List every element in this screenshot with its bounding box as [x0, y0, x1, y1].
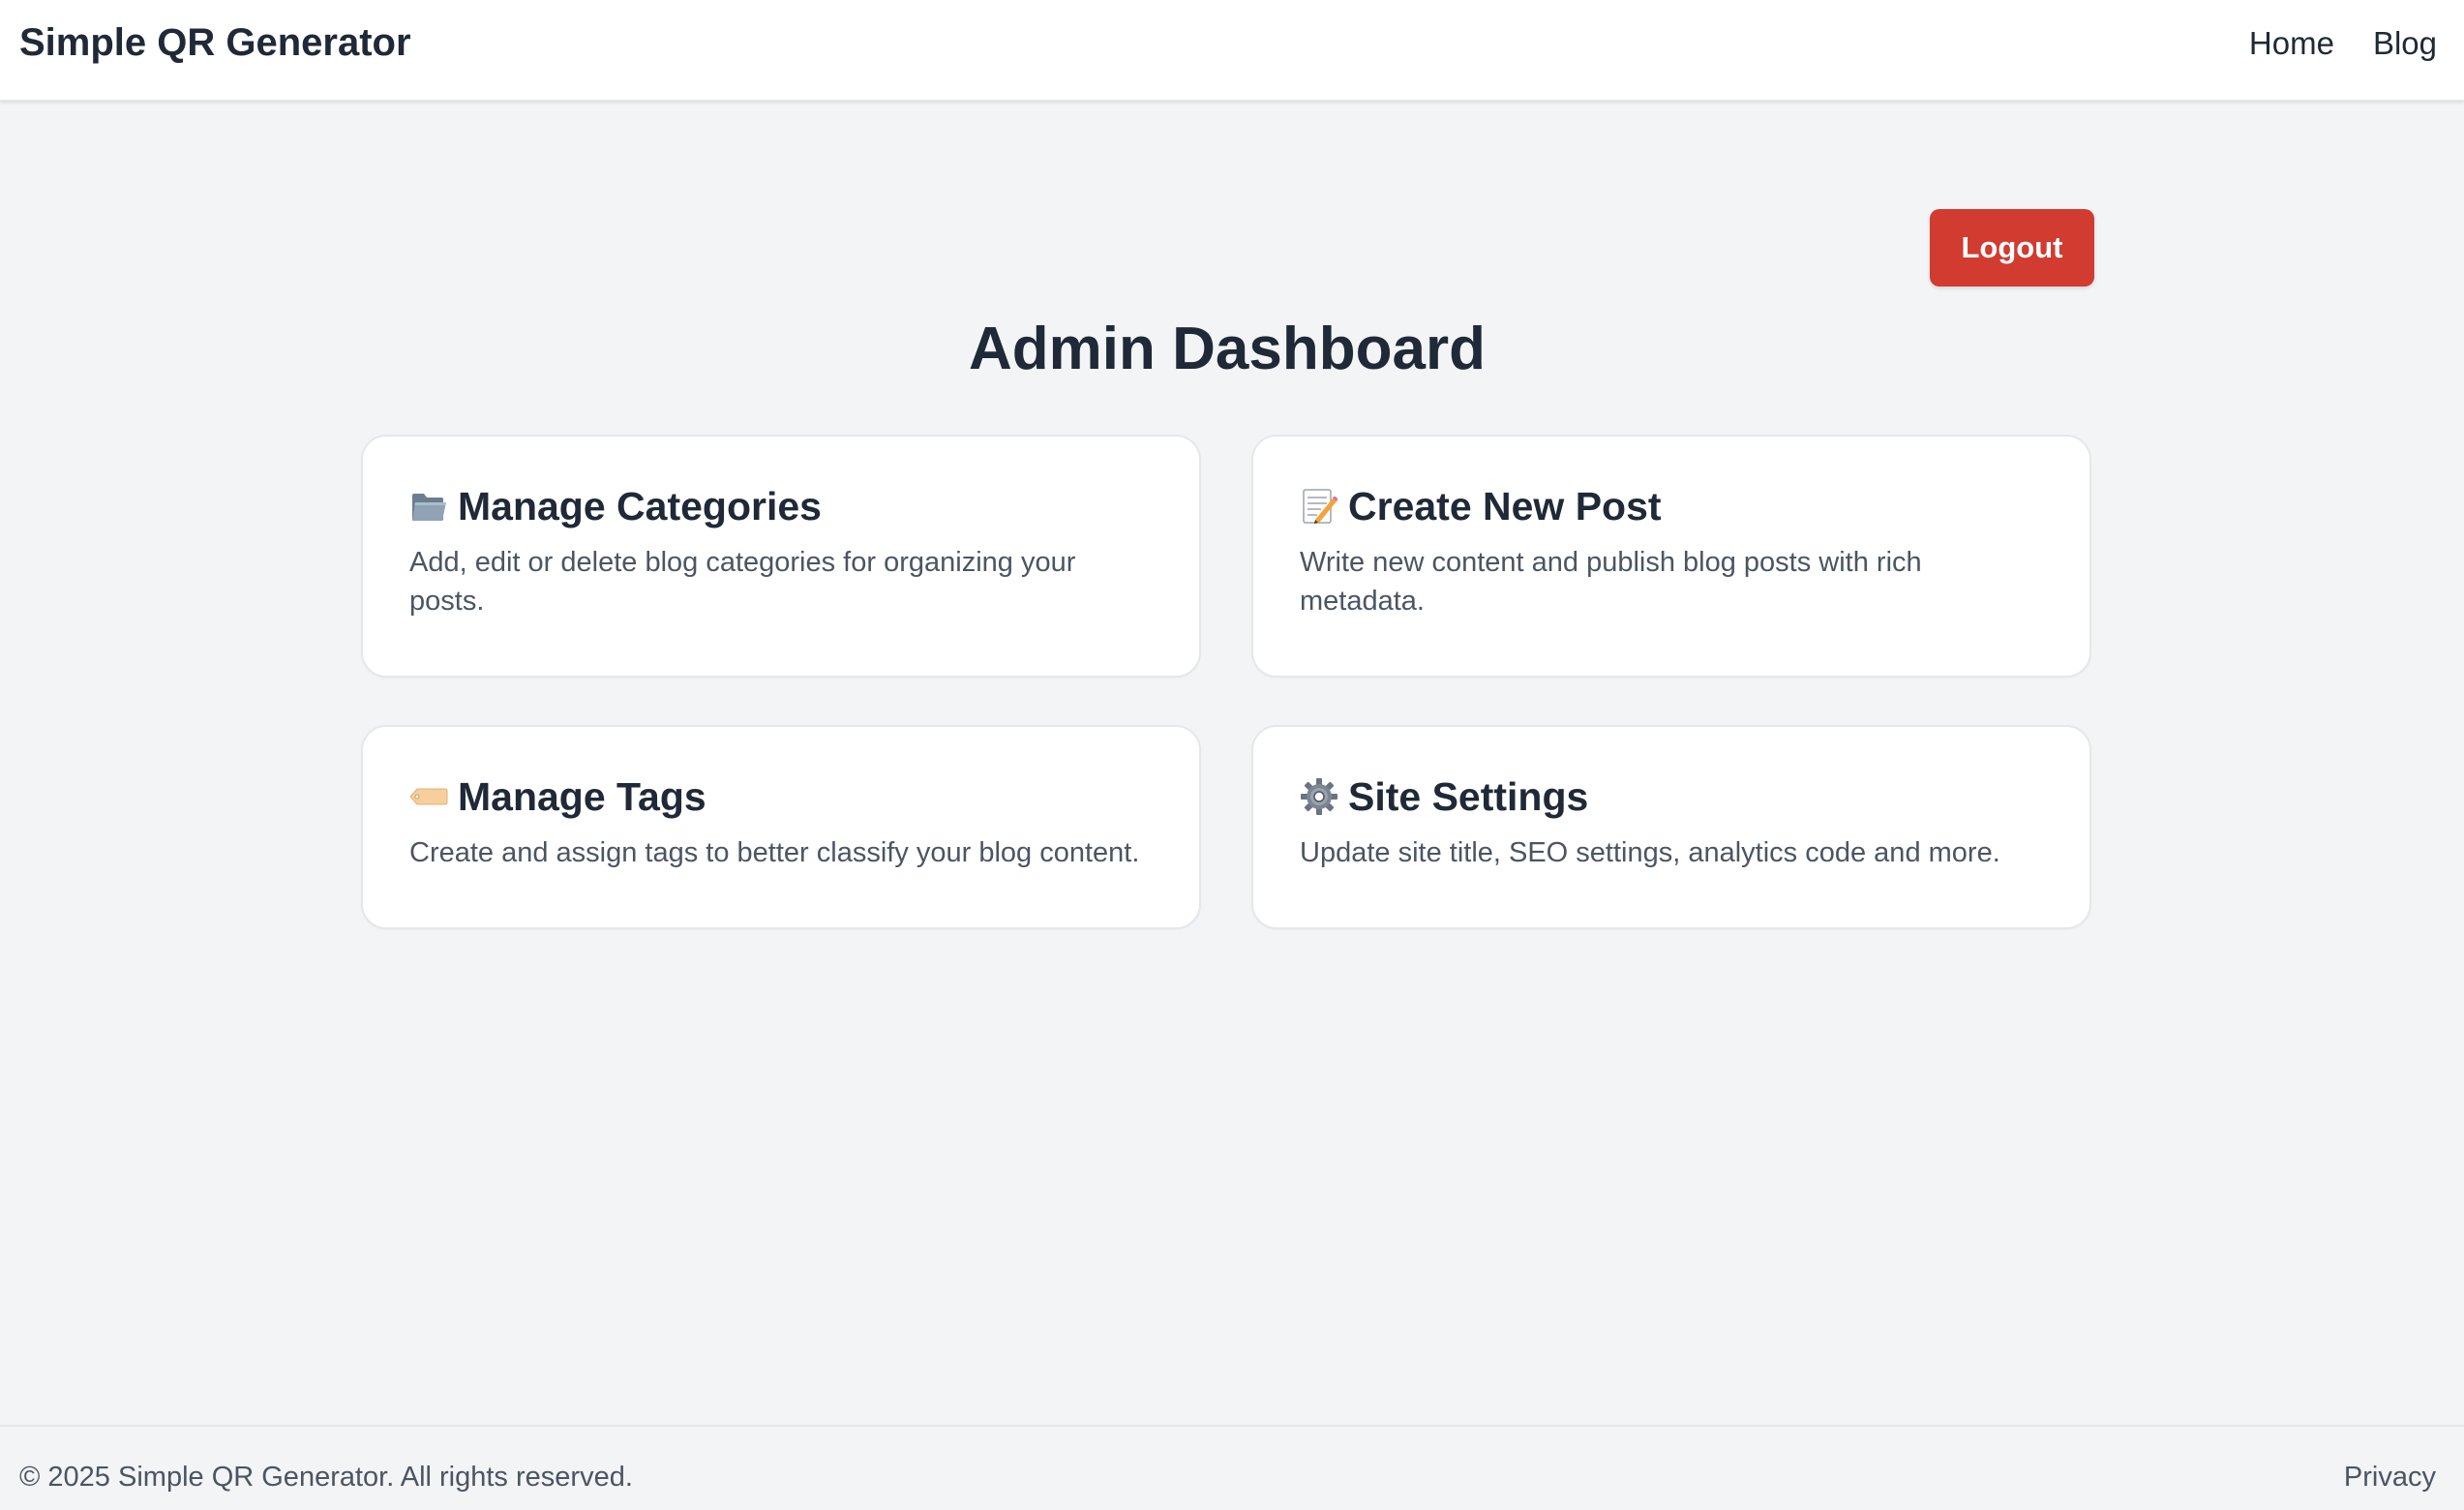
card-description: Update site title, SEO settings, analyti… [1300, 837, 2000, 868]
card-title-row: Manage Categories [409, 483, 1153, 529]
card-site-settings[interactable]: Site Settings Update site title, SEO set… [1251, 725, 2091, 929]
card-manage-tags[interactable]: Manage Tags Create and assign tags to be… [361, 725, 1201, 929]
main-nav: Home Blog [2249, 25, 2437, 62]
card-manage-categories[interactable]: Manage Categories Add, edit or delete bl… [361, 435, 1201, 678]
tag-icon [409, 777, 448, 816]
brand-logo-text[interactable]: Simple QR Generator [19, 21, 411, 65]
page-title: Admin Dashboard [969, 316, 1486, 382]
card-description: Create and assign tags to better classif… [409, 837, 1140, 868]
card-title-row: Manage Tags [409, 773, 1153, 820]
copyright-text: © 2025 Simple QR Generator. All rights r… [19, 1462, 633, 1493]
folder-icon [409, 487, 448, 526]
card-description: Write new content and publish blog posts… [1300, 547, 1922, 617]
card-create-new-post[interactable]: Create New Post Write new content and pu… [1251, 435, 2091, 678]
card-title: Create New Post [1348, 484, 1662, 528]
memo-icon [1300, 487, 1338, 526]
card-title-row: Create New Post [1300, 483, 2043, 529]
logout-button[interactable]: Logout [1930, 209, 2094, 287]
card-title-row: Site Settings [1300, 773, 2043, 820]
gear-icon [1300, 777, 1338, 816]
site-footer: © 2025 Simple QR Generator. All rights r… [0, 1425, 2464, 1510]
nav-link-blog[interactable]: Blog [2373, 25, 2437, 62]
card-title: Site Settings [1348, 774, 1589, 819]
card-description: Add, edit or delete blog categories for … [409, 547, 1076, 617]
card-title: Manage Tags [458, 774, 706, 819]
nav-link-home[interactable]: Home [2249, 25, 2334, 62]
site-header: Simple QR Generator Home Blog [0, 0, 2464, 101]
card-title: Manage Categories [458, 484, 822, 528]
privacy-link[interactable]: Privacy [2344, 1462, 2436, 1494]
